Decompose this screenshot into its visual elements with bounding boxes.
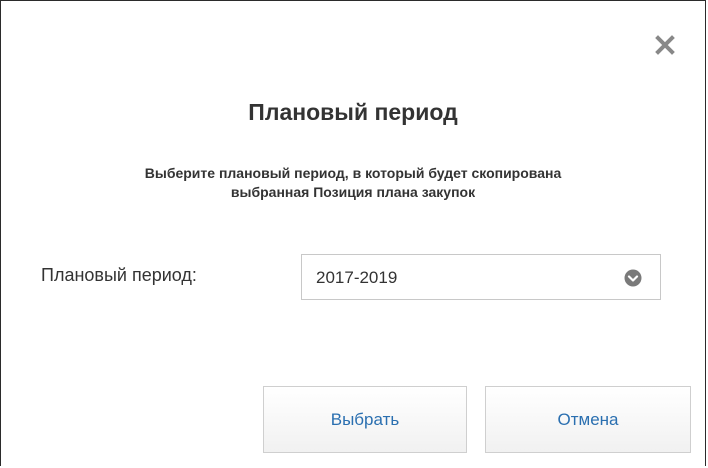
planning-period-label: Плановый период: bbox=[41, 265, 197, 285]
subtitle-line-1: Выберите плановый период, в который буде… bbox=[144, 165, 562, 181]
close-button[interactable] bbox=[653, 33, 677, 57]
dialog-subtitle: Выберите плановый период, в который буде… bbox=[41, 164, 665, 202]
dialog-title: Плановый период bbox=[248, 99, 458, 125]
planning-period-dialog: Плановый период Выберите плановый период… bbox=[0, 0, 706, 466]
cancel-button[interactable]: Отмена bbox=[485, 386, 691, 453]
close-icon bbox=[655, 35, 675, 55]
chevron-down-circle-icon bbox=[624, 269, 642, 287]
planning-period-select[interactable]: 2017-2019 bbox=[301, 254, 661, 300]
planning-period-value: 2017-2019 bbox=[316, 268, 398, 287]
subtitle-line-2: выбранная Позиция плана закупок bbox=[230, 184, 476, 200]
select-button[interactable]: Выбрать bbox=[263, 386, 467, 453]
